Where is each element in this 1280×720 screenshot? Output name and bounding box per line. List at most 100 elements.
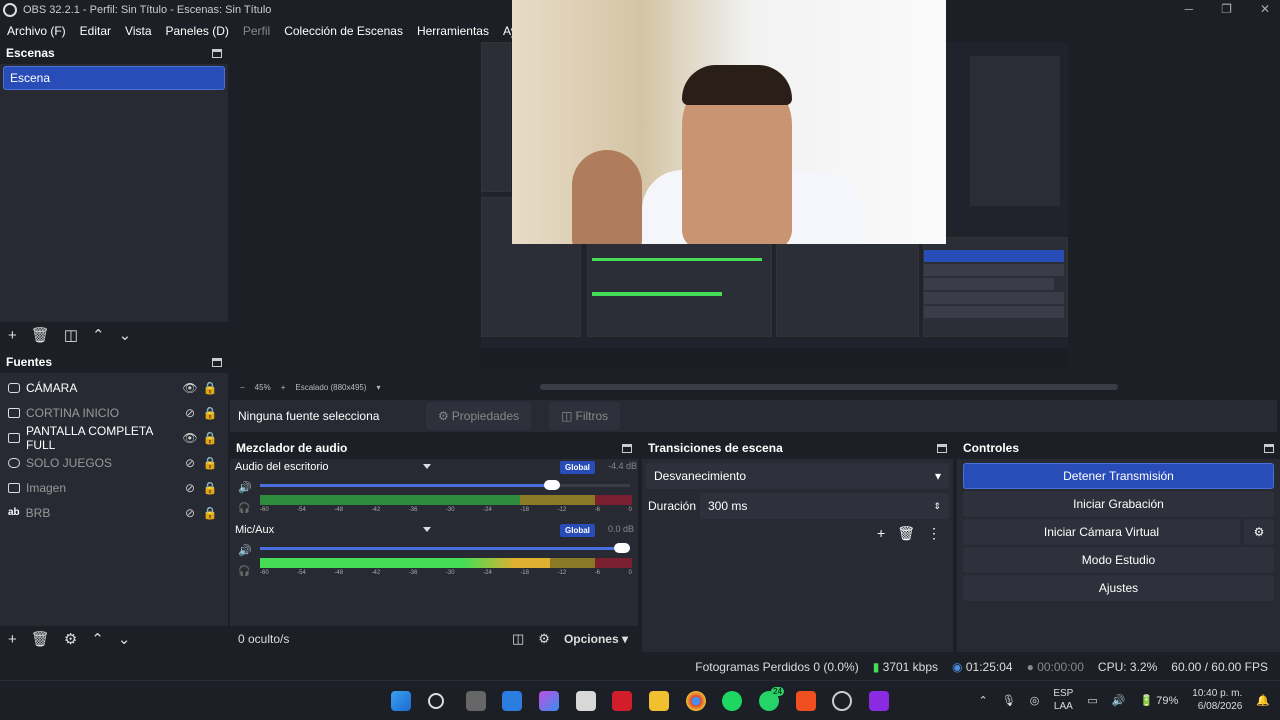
volume-icon[interactable]: 🔊 bbox=[1112, 694, 1126, 707]
zoom-in-icon[interactable]: + bbox=[281, 383, 286, 392]
transition-select[interactable]: Desvanecimiento ▾ bbox=[646, 463, 949, 489]
preview-scrollbar[interactable] bbox=[540, 384, 1118, 390]
spinner-icon[interactable]: ⇕ bbox=[933, 501, 941, 512]
source-item-brb[interactable]: ab BRB ⊘ 🔒 bbox=[0, 500, 228, 525]
clapper-icon[interactable] bbox=[869, 691, 889, 711]
eye-slash-icon[interactable]: ⊘ bbox=[180, 406, 200, 420]
volume-knob[interactable] bbox=[544, 480, 561, 490]
source-item-solo-juegos[interactable]: SOLO JUEGOS ⊘ 🔒 bbox=[0, 450, 228, 475]
volume-slider[interactable] bbox=[260, 480, 630, 490]
move-up-icon[interactable]: ⌃ bbox=[92, 326, 105, 344]
copilot-icon[interactable] bbox=[539, 691, 559, 711]
speaker-icon[interactable]: 🔊 bbox=[238, 481, 252, 494]
folder-icon[interactable] bbox=[649, 691, 669, 711]
scene-item[interactable]: Escena bbox=[3, 66, 225, 90]
move-down-icon[interactable]: ⌄ bbox=[119, 326, 132, 344]
microphone-icon[interactable]: 🎙 bbox=[1002, 694, 1016, 707]
menu-editar[interactable]: Editar bbox=[73, 24, 118, 38]
windows-start-icon[interactable] bbox=[391, 691, 411, 711]
volume-knob[interactable] bbox=[614, 543, 630, 553]
bell-icon[interactable]: 🔔 bbox=[1256, 694, 1270, 707]
undock-icon[interactable] bbox=[937, 443, 947, 453]
close-icon[interactable]: ✕ bbox=[1260, 2, 1270, 16]
source-item-camara[interactable]: CÁMARA 👁 🔒 bbox=[0, 375, 228, 400]
trash-icon[interactable]: 🗑 bbox=[31, 326, 50, 344]
chevron-down-icon[interactable]: ▾ bbox=[377, 383, 381, 392]
undock-icon[interactable] bbox=[212, 357, 222, 367]
chevron-down-icon[interactable] bbox=[423, 527, 431, 532]
settings-button[interactable]: Ajustes bbox=[963, 575, 1274, 601]
lock-icon[interactable]: 🔒 bbox=[200, 481, 220, 495]
menu-perfil[interactable]: Perfil bbox=[236, 24, 277, 38]
store-icon[interactable] bbox=[576, 691, 596, 711]
menu-paneles[interactable]: Paneles (D) bbox=[159, 24, 236, 38]
properties-button[interactable]: ⚙ Propiedades bbox=[426, 402, 532, 430]
add-icon[interactable]: + bbox=[877, 525, 885, 542]
volume-slider[interactable] bbox=[260, 543, 630, 553]
eye-slash-icon[interactable]: ⊘ bbox=[180, 481, 200, 495]
speaker-icon[interactable]: 🔊 bbox=[238, 544, 252, 557]
minimize-icon[interactable]: ─ bbox=[1185, 2, 1194, 16]
hidden-count: 0 oculto/s bbox=[238, 632, 290, 646]
options-button[interactable]: Opciones ▾ bbox=[564, 632, 628, 646]
filter-icon[interactable]: ◫ bbox=[64, 326, 78, 344]
move-up-icon[interactable]: ⌃ bbox=[91, 630, 104, 648]
gear-icon[interactable]: ⚙ bbox=[1244, 519, 1274, 545]
stop-streaming-button[interactable]: Detener Transmisión bbox=[963, 463, 1274, 489]
clock[interactable]: 10:40 p. m. 6/08/2026 bbox=[1192, 687, 1242, 713]
advanced-audio-icon[interactable]: ⚙ bbox=[538, 631, 550, 647]
menu-herramientas[interactable]: Herramientas bbox=[410, 24, 496, 38]
gear-icon[interactable]: ⚙ bbox=[64, 630, 77, 648]
monitor-off-icon[interactable]: 🎧 bbox=[238, 503, 250, 514]
start-recording-button[interactable]: Iniciar Grabación bbox=[963, 491, 1274, 517]
maximize-icon[interactable]: ❐ bbox=[1221, 2, 1232, 16]
chevron-up-icon[interactable]: ⌃ bbox=[979, 694, 988, 707]
preview-canvas[interactable] bbox=[230, 0, 1280, 380]
layout-icon[interactable]: ◫ bbox=[512, 631, 524, 647]
start-virtual-camera-button[interactable]: Iniciar Cámara Virtual bbox=[963, 519, 1240, 545]
undock-icon[interactable] bbox=[212, 48, 222, 58]
chevron-down-icon[interactable] bbox=[423, 464, 431, 469]
eye-icon[interactable]: 👁 bbox=[180, 431, 200, 445]
duration-input[interactable]: 300 ms ⇕ bbox=[700, 493, 949, 519]
brave-icon[interactable] bbox=[796, 691, 816, 711]
chrome-icon[interactable] bbox=[686, 691, 706, 711]
studio-mode-button[interactable]: Modo Estudio bbox=[963, 547, 1274, 573]
monitor-off-icon[interactable]: 🎧 bbox=[238, 566, 250, 577]
lock-icon[interactable]: 🔒 bbox=[200, 506, 220, 520]
language-indicator[interactable]: ESP LAA bbox=[1053, 687, 1073, 713]
menu-coleccion-escenas[interactable]: Colección de Escenas bbox=[277, 24, 410, 38]
source-item-pantalla-completa[interactable]: PANTALLA COMPLETA FULL 👁 🔒 bbox=[0, 424, 228, 452]
search-icon[interactable] bbox=[428, 693, 444, 709]
transitions-title: Transiciones de escena bbox=[648, 441, 783, 455]
app-l-icon[interactable] bbox=[612, 691, 632, 711]
add-icon[interactable]: + bbox=[8, 631, 17, 648]
undock-icon[interactable] bbox=[622, 443, 632, 453]
menu-vista[interactable]: Vista bbox=[118, 24, 158, 38]
undock-icon[interactable] bbox=[1264, 443, 1274, 453]
network-icon[interactable]: ◎ bbox=[1030, 694, 1040, 707]
eye-icon[interactable]: 👁 bbox=[180, 381, 200, 395]
eye-slash-icon[interactable]: ⊘ bbox=[180, 456, 200, 470]
lock-icon[interactable]: 🔒 bbox=[200, 431, 220, 445]
obs-taskbar-icon[interactable] bbox=[832, 691, 852, 711]
zoom-out-icon[interactable]: − bbox=[240, 383, 245, 392]
eye-slash-icon[interactable]: ⊘ bbox=[180, 506, 200, 520]
lock-icon[interactable]: 🔒 bbox=[200, 381, 220, 395]
trash-icon[interactable]: 🗑 bbox=[897, 525, 915, 542]
filters-button[interactable]: ◫ Filtros bbox=[549, 402, 621, 430]
move-down-icon[interactable]: ⌄ bbox=[118, 630, 131, 648]
battery-indicator[interactable]: 🔋 79% bbox=[1139, 694, 1178, 707]
source-item-cortina-inicio[interactable]: CORTINA INICIO ⊘ 🔒 bbox=[0, 400, 228, 425]
trash-icon[interactable]: 🗑 bbox=[31, 630, 50, 648]
menu-archivo[interactable]: Archivo (F) bbox=[0, 24, 73, 38]
spotify-icon[interactable] bbox=[722, 691, 742, 711]
more-options-icon[interactable]: ⋮ bbox=[927, 525, 941, 542]
edge-icon[interactable] bbox=[502, 691, 522, 711]
lock-icon[interactable]: 🔒 bbox=[200, 406, 220, 420]
task-view-icon[interactable] bbox=[466, 691, 486, 711]
source-item-imagen[interactable]: Imagen ⊘ 🔒 bbox=[0, 475, 228, 500]
lock-icon[interactable]: 🔒 bbox=[200, 456, 220, 470]
display-icon[interactable]: ▭ bbox=[1087, 694, 1097, 707]
add-icon[interactable]: + bbox=[8, 327, 17, 344]
